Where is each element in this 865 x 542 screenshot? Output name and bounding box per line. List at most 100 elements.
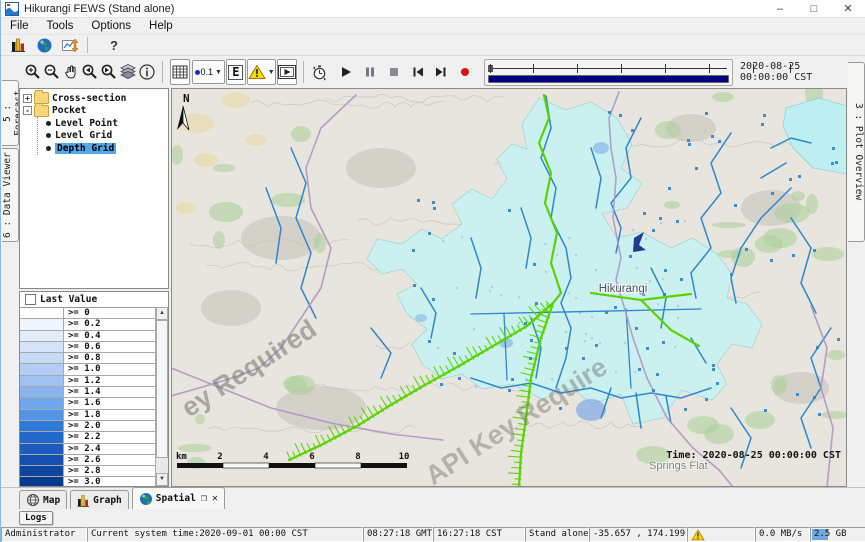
map-display-icon[interactable] (37, 38, 52, 53)
legend-row: >= 1.4 (20, 387, 155, 398)
tab-graph[interactable]: Graph (70, 490, 129, 509)
pan-hand-button[interactable] (62, 60, 80, 84)
legend-swatch (20, 342, 64, 352)
legend-scrollbar[interactable]: ▲ ▼ (155, 307, 168, 486)
warnings-dropdown[interactable]: ▼ (247, 59, 276, 85)
tab-forecast[interactable]: 5 : Forecast (2, 80, 19, 146)
node-bullet-icon (46, 133, 51, 138)
tab-close-icon[interactable]: ✕ (212, 493, 218, 504)
legend-row: >= 0.2 (20, 319, 155, 330)
legend-row: >= 2.8 (20, 466, 155, 477)
legend-swatch (20, 432, 64, 442)
tab-data-viewer[interactable]: 6 : Data Viewer (2, 148, 19, 242)
collapse-icon[interactable]: - (23, 106, 32, 115)
chevron-down-icon: ▼ (268, 69, 275, 76)
tree-node-depth-grid[interactable]: Depth Grid (44, 142, 168, 155)
svg-text:10: 10 (399, 452, 410, 462)
last-frame-button[interactable] (433, 60, 451, 84)
timeline-track[interactable] (488, 62, 729, 74)
tree-node-pocket[interactable]: - Pocket (23, 105, 168, 118)
zoom-next-button[interactable] (100, 60, 118, 84)
node-bullet-icon (46, 121, 51, 126)
legend-row: >= 1.6 (20, 398, 155, 409)
map-canvas[interactable]: ey Required API Key Require Hikurangi Sp… (171, 88, 847, 487)
timeline-period-bar (488, 75, 729, 83)
stop-button[interactable] (385, 60, 403, 84)
legend-swatch (20, 410, 64, 420)
play-button[interactable] (337, 60, 355, 84)
legend-toggle-button[interactable]: E (226, 59, 246, 85)
layers-button[interactable] (119, 60, 137, 84)
status-user: Administrator (1, 527, 87, 542)
status-bar: Administrator Current system time:2020-0… (1, 527, 865, 542)
first-frame-button[interactable] (409, 60, 427, 84)
scrollbar-thumb[interactable] (156, 320, 168, 458)
last-value-checkbox[interactable] (25, 294, 36, 305)
status-system-time: Current system time:2020-09-01 00:00 CST (87, 527, 363, 542)
status-gmt-time: 08:27:18 GMT (363, 527, 433, 542)
help-button[interactable]: ? (110, 38, 118, 53)
filter-tree: + Cross-section - Pocket Level Point Lev… (19, 88, 169, 289)
tree-node-cross-section[interactable]: + Cross-section (23, 92, 168, 105)
menu-file[interactable]: File (1, 20, 38, 32)
animation-timer-icon[interactable] (310, 60, 329, 84)
grid-display-button[interactable] (170, 59, 190, 85)
folder-icon (34, 105, 49, 117)
threshold-dot-icon (195, 70, 200, 75)
scroll-down-icon[interactable]: ▼ (156, 473, 168, 486)
svg-text:km: km (176, 452, 187, 462)
legend-row: >= 1.0 (20, 364, 155, 375)
maximize-button[interactable]: □ (797, 0, 831, 17)
legend-row: >= 2.0 (20, 421, 155, 432)
globe-wire-icon (26, 493, 40, 507)
data-display-icon[interactable] (11, 37, 27, 53)
status-warning-cell[interactable] (687, 527, 755, 542)
tab-plot-overview[interactable]: 3 : Plot Overview (848, 62, 865, 242)
minimize-button[interactable]: – (763, 0, 797, 17)
legend-swatch (20, 421, 64, 431)
legend-row: >= 2.2 (20, 432, 155, 443)
right-tab-strip: 3 : Plot Overview (847, 56, 865, 487)
movie-player-button[interactable] (277, 59, 297, 85)
zoom-in-button[interactable] (24, 60, 42, 84)
tree-node-level-grid[interactable]: Level Grid (44, 130, 168, 143)
tab-spatial[interactable]: Spatial ❒ ✕ (132, 487, 225, 509)
menu-bar: File Tools Options Help (1, 18, 865, 35)
tab-maximize-icon[interactable]: ❒ (201, 493, 207, 504)
data-viewer-panel: + Cross-section - Pocket Level Point Lev… (19, 88, 171, 487)
threshold-dropdown[interactable]: 0.1 ▼ (192, 60, 225, 84)
zoom-out-button[interactable] (43, 60, 61, 84)
place-label-springs-flat: Springs Flat (649, 460, 708, 472)
warning-icon (691, 529, 705, 541)
legend-swatch (20, 331, 64, 341)
tree-node-level-point[interactable]: Level Point (44, 117, 168, 130)
close-button[interactable]: ✕ (831, 0, 865, 17)
zoom-previous-button[interactable] (81, 60, 99, 84)
tab-map[interactable]: Map (19, 490, 67, 509)
bar-chart-icon (77, 494, 90, 507)
menu-help[interactable]: Help (140, 20, 182, 32)
logs-button[interactable]: Logs (19, 511, 53, 525)
toolbar-separator (303, 61, 304, 83)
pause-button[interactable] (361, 60, 379, 84)
legend-row: >= 0.8 (20, 353, 155, 364)
chevron-down-icon: ▼ (215, 69, 222, 76)
spatial-display-icon[interactable] (62, 38, 79, 53)
bottom-tab-bar: Map Graph Spatial ❒ ✕ (1, 487, 865, 509)
menu-tools[interactable]: Tools (38, 20, 83, 32)
legend-swatch (20, 477, 64, 487)
status-memory: 2.5 GB (810, 527, 865, 542)
expand-icon[interactable]: + (23, 94, 32, 103)
legend-row: >= 0.4 (20, 331, 155, 342)
window-title: Hikurangi FEWS (Stand alone) (24, 3, 174, 15)
menu-options[interactable]: Options (82, 20, 140, 32)
info-button[interactable] (138, 60, 156, 84)
svg-text:4: 4 (263, 452, 269, 462)
timeline-slider[interactable] (484, 59, 733, 86)
legend-row: >= 3.0 (20, 477, 155, 487)
app-logo-icon (5, 2, 19, 16)
scroll-up-icon[interactable]: ▲ (156, 307, 168, 320)
toolbar-separator (162, 61, 163, 83)
record-button[interactable] (456, 60, 474, 84)
application-window: Hikurangi FEWS (Stand alone) – □ ✕ File … (0, 0, 865, 542)
